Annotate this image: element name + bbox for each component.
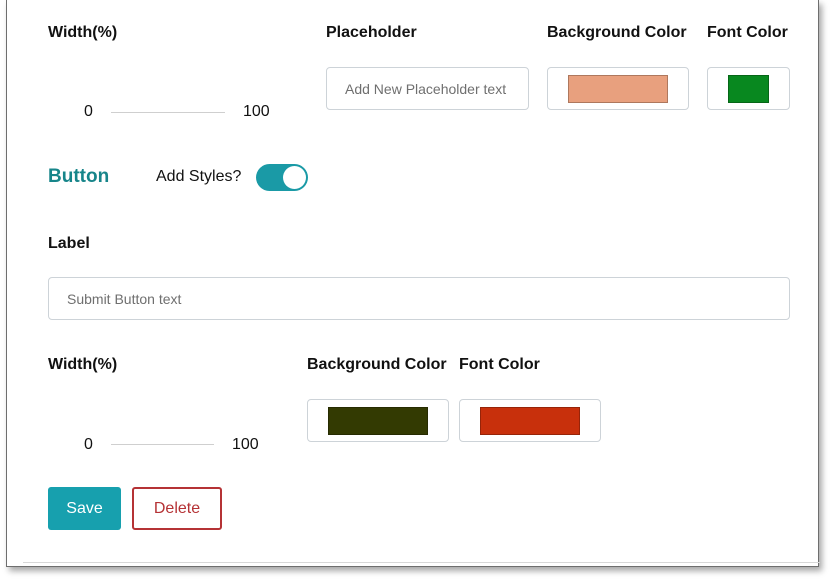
placeholder-input-placeholder: Add New Placeholder text: [345, 80, 507, 97]
button-font-color-label: Font Color: [459, 356, 540, 373]
button-section-title: Button: [48, 166, 110, 187]
placeholder-label: Placeholder: [326, 24, 417, 41]
add-styles-toggle[interactable]: [256, 164, 308, 191]
width-slider-max: 100: [243, 103, 270, 120]
font-color-label: Font Color: [707, 24, 788, 41]
label-field-label: Label: [48, 235, 90, 252]
button-background-color-picker[interactable]: [307, 399, 449, 442]
button-font-color-picker[interactable]: [459, 399, 601, 442]
width-slider[interactable]: [111, 112, 225, 113]
delete-button[interactable]: Delete: [132, 487, 222, 530]
button-label-input[interactable]: Submit Button text: [48, 277, 790, 320]
placeholder-input[interactable]: Add New Placeholder text: [326, 67, 529, 110]
width-slider-min: 0: [84, 103, 93, 120]
add-styles-label: Add Styles?: [156, 168, 242, 185]
button-label-input-placeholder: Submit Button text: [67, 290, 182, 307]
font-color-swatch: [728, 74, 769, 103]
background-color-picker[interactable]: [547, 67, 689, 110]
toggle-knob: [283, 166, 306, 189]
button-width-slider-min: 0: [84, 436, 93, 453]
background-color-swatch: [568, 74, 668, 103]
panel-divider: [23, 562, 820, 563]
save-button[interactable]: Save: [48, 487, 121, 530]
button-width-slider[interactable]: [111, 444, 214, 445]
button-width-slider-max: 100: [232, 436, 259, 453]
font-color-picker[interactable]: [707, 67, 790, 110]
button-background-color-label: Background Color: [307, 356, 447, 373]
button-width-label: Width(%): [48, 356, 118, 373]
width-label: Width(%): [48, 24, 118, 41]
button-font-color-swatch: [480, 406, 580, 435]
button-background-color-swatch: [328, 406, 428, 435]
form-panel: Width(%) 0 100 Placeholder Add New Place…: [6, 0, 820, 567]
background-color-label: Background Color: [547, 24, 687, 41]
